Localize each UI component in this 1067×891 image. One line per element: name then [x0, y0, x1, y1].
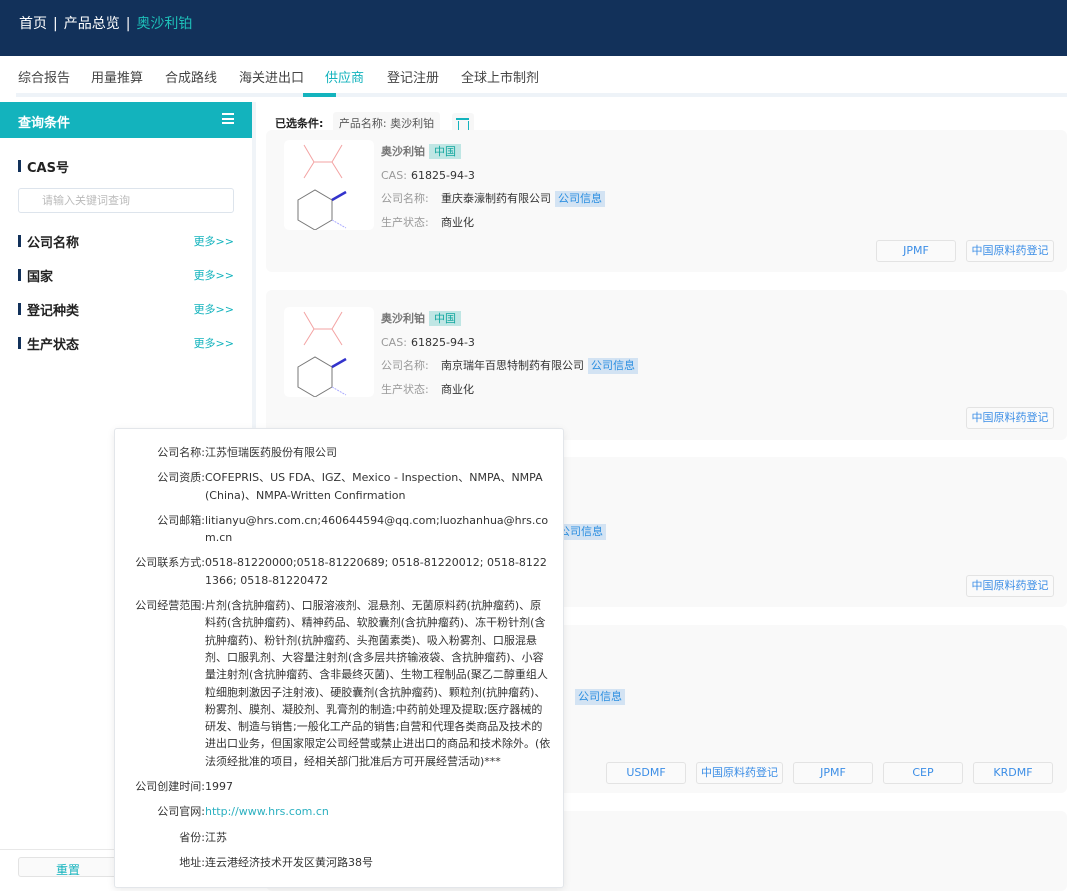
- tab-registration[interactable]: 登记注册: [387, 67, 439, 86]
- more-link[interactable]: 更多>>: [194, 301, 234, 317]
- popover-row-address: 地址: 连云港经济技术开发区黄河路38号: [115, 854, 551, 871]
- product-name: 奥沙利铂: [381, 312, 425, 325]
- krdmf-button[interactable]: KRDMF: [973, 762, 1053, 784]
- more-link[interactable]: 更多>>: [194, 335, 234, 351]
- tab-global-formulations[interactable]: 全球上市制剂: [461, 67, 539, 86]
- tab-suppliers[interactable]: 供应商: [325, 67, 364, 86]
- field-label: 省份:: [179, 830, 205, 844]
- filter-section-status: 生产状态 更多>>: [18, 334, 234, 353]
- supplier-card: 奥沙利铂 中国 CAS: 61825-94-3 公司名称: 南京瑞年百思特制药有限公司…: [266, 290, 1067, 440]
- structure-image: [284, 307, 374, 398]
- country-tag: 中国: [429, 144, 461, 159]
- usdmf-button[interactable]: USDMF: [606, 762, 686, 784]
- section-label: CAS号: [27, 161, 69, 176]
- jpmf-button[interactable]: JPMF: [876, 240, 956, 262]
- field-value: 江苏: [205, 830, 227, 844]
- more-link[interactable]: 更多>>: [194, 267, 234, 283]
- breadcrumb: 首页 | 产品总览 | 奥沙利铂: [0, 0, 1067, 56]
- china-api-registration-button[interactable]: 中国原料药登记: [966, 575, 1054, 597]
- company-label: 公司名称:: [381, 359, 429, 372]
- cas-search-input[interactable]: 请输入关键词查询: [18, 188, 234, 213]
- sidebar-title: 查询条件: [18, 116, 71, 131]
- field-value: 连云港经济技术开发区黄河路38号: [205, 855, 373, 869]
- filter-section-country: 国家 更多>>: [18, 266, 234, 285]
- field-label: 公司名称:: [157, 446, 205, 459]
- menu-icon[interactable]: [222, 113, 234, 124]
- field-label: 公司官网:: [157, 805, 205, 819]
- field-value: 江苏恒瑞医药股份有限公司: [205, 446, 337, 459]
- popover-row-qualifications: 公司资质: COFEPRIS、US FDA、IGZ、Mexico - Inspec…: [115, 469, 551, 504]
- company-info-button[interactable]: 公司信息: [588, 358, 638, 374]
- field-value: 0518-81220000;0518-81220689; 0518-812200…: [205, 556, 547, 587]
- cas-value: 61825-94-3: [411, 168, 475, 182]
- field-value: COFEPRIS、US FDA、IGZ、Mexico - Inspection、…: [205, 471, 543, 502]
- card-info: 奥沙利铂 中国 CAS: 61825-94-3 公司名称: 南京瑞年百思特制药有限公司…: [381, 307, 638, 401]
- supplier-card: 奥沙利铂 中国 CAS: 61825-94-3 公司名称: 重庆泰濠制药有限公司 公司信…: [266, 130, 1067, 272]
- reset-button[interactable]: 重置: [18, 857, 118, 877]
- field-label: 公司经营范围:: [135, 599, 205, 613]
- company-info-button[interactable]: 公司信息: [555, 191, 605, 207]
- active-tab-indicator: [303, 93, 336, 97]
- tab-divider: [16, 93, 1067, 97]
- field-label: 公司联系方式:: [135, 556, 205, 570]
- company-info-button[interactable]: 公司信息: [575, 689, 625, 705]
- field-label: 公司创建时间:: [135, 780, 205, 794]
- popover-row-email: 公司邮箱: litianyu@hrs.com.cn;460644594@qq.co…: [115, 512, 551, 547]
- tab-bar: 综合报告 用量推算 合成路线 海关进出口 供应商 登记注册 全球上市制剂: [0, 56, 1067, 97]
- product-name: 奥沙利铂: [381, 145, 425, 158]
- jpmf-button[interactable]: JPMF: [793, 762, 873, 784]
- structure-image: [284, 140, 374, 231]
- breadcrumb-separator: |: [53, 16, 58, 32]
- company-name: 重庆泰濠制药有限公司: [441, 192, 551, 205]
- popover-row-website: 公司官网: http://www.hrs.com.cn: [115, 803, 551, 820]
- popover-row-founded: 公司创建时间: 1997: [115, 778, 551, 795]
- popover-row-phone: 公司联系方式: 0518-81220000;0518-81220689; 0518…: [115, 554, 551, 589]
- country-tag: 中国: [429, 311, 461, 326]
- breadcrumb-current: 奥沙利铂: [136, 16, 193, 32]
- section-label: 国家: [27, 270, 54, 285]
- sidebar-header: 查询条件: [0, 102, 252, 138]
- field-label: 公司资质:: [157, 471, 205, 485]
- popover-row-company-name: 公司名称: 江苏恒瑞医药股份有限公司: [115, 444, 551, 461]
- cas-label: CAS:: [381, 168, 407, 182]
- popover-row-business-scope: 公司经营范围: 片剂(含抗肿瘤药)、口服溶液剂、混悬剂、无菌原料药(抗肿瘤药)、原…: [115, 597, 551, 770]
- website-link[interactable]: http://www.hrs.com.cn: [205, 803, 551, 820]
- cas-label: CAS:: [381, 335, 407, 349]
- more-link[interactable]: 更多>>: [194, 233, 234, 249]
- filter-section-company: 公司名称 更多>>: [18, 232, 234, 251]
- tab-report[interactable]: 综合报告: [18, 67, 70, 86]
- breadcrumb-overview[interactable]: 产品总览: [64, 13, 120, 33]
- card-info: 奥沙利铂 中国 CAS: 61825-94-3 公司名称: 重庆泰濠制药有限公司 公司信…: [381, 140, 605, 234]
- status-label: 生产状态:: [381, 382, 429, 396]
- section-label: 生产状态: [27, 338, 80, 353]
- company-name: 南京瑞年百思特制药有限公司: [441, 359, 584, 372]
- china-api-registration-button[interactable]: 中国原料药登记: [966, 240, 1054, 262]
- filter-section-cas: CAS号: [18, 157, 234, 176]
- company-info-popover: 公司名称: 江苏恒瑞医药股份有限公司 公司资质: COFEPRIS、US FDA、I…: [114, 428, 564, 888]
- status-label: 生产状态:: [381, 215, 429, 229]
- selected-filters-label: 已选条件:: [275, 117, 324, 130]
- popover-row-province: 省份: 江苏: [115, 829, 551, 846]
- tab-synthesis[interactable]: 合成路线: [165, 67, 217, 86]
- field-value: 片剂(含抗肿瘤药)、口服溶液剂、混悬剂、无菌原料药(抗肿瘤药)、原料药(含抗肿瘤…: [205, 599, 551, 768]
- tab-usage[interactable]: 用量推算: [91, 67, 143, 86]
- china-api-registration-button[interactable]: 中国原料药登记: [966, 407, 1054, 429]
- tab-customs[interactable]: 海关进出口: [239, 67, 304, 86]
- field-label: 地址:: [179, 855, 205, 869]
- china-api-registration-button[interactable]: 中国原料药登记: [696, 762, 783, 784]
- filter-section-registration-type: 登记种类 更多>>: [18, 300, 234, 319]
- section-label: 公司名称: [27, 236, 80, 251]
- breadcrumb-home[interactable]: 首页: [19, 13, 47, 33]
- section-label: 登记种类: [27, 304, 80, 319]
- field-value: 1997: [205, 780, 233, 794]
- cas-value: 61825-94-3: [411, 335, 475, 349]
- cep-button[interactable]: CEP: [883, 762, 963, 784]
- field-value: litianyu@hrs.com.cn;460644594@qq.com;luo…: [205, 513, 549, 545]
- breadcrumb-separator: |: [125, 16, 131, 32]
- company-label: 公司名称:: [381, 192, 429, 205]
- status-value: 商业化: [441, 215, 474, 229]
- field-label: 公司邮箱:: [157, 513, 205, 527]
- status-value: 商业化: [441, 382, 474, 396]
